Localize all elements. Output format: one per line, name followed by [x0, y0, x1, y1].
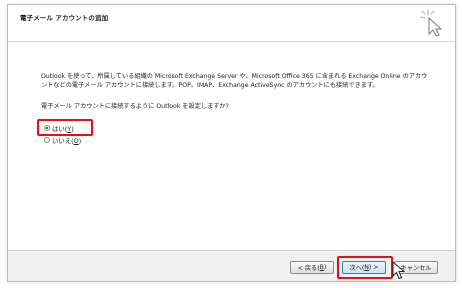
- dialog-header: 電子メール アカウントの追加: [8, 5, 455, 42]
- dialog-footer: < 戻る(B) 次へ(N) > キャンセル: [8, 250, 455, 281]
- radio-no-indicator[interactable]: [44, 137, 50, 143]
- radio-no[interactable]: いいえ(O): [44, 135, 81, 145]
- highlight-yes-option: [37, 119, 93, 136]
- description-text: Outlook を使って、所属している組織の Microsoft Exchang…: [41, 73, 428, 89]
- radio-no-label: いいえ(O): [52, 136, 82, 145]
- back-button[interactable]: < 戻る(B): [290, 261, 334, 274]
- setup-question: 電子メール アカウントに接続するように Outlook を設定しますか?: [41, 103, 229, 110]
- mouse-pointer-icon: [392, 261, 405, 280]
- add-email-account-dialog: 電子メール アカウントの追加 Outlook を使って、所属している組織の Mi…: [7, 4, 456, 282]
- dialog-content: Outlook を使って、所属している組織の Microsoft Exchang…: [8, 42, 455, 250]
- next-button[interactable]: 次へ(N) >: [342, 261, 386, 274]
- dialog-title: 電子メール アカウントの追加: [20, 14, 109, 22]
- wizard-cursor-icon: [420, 9, 443, 37]
